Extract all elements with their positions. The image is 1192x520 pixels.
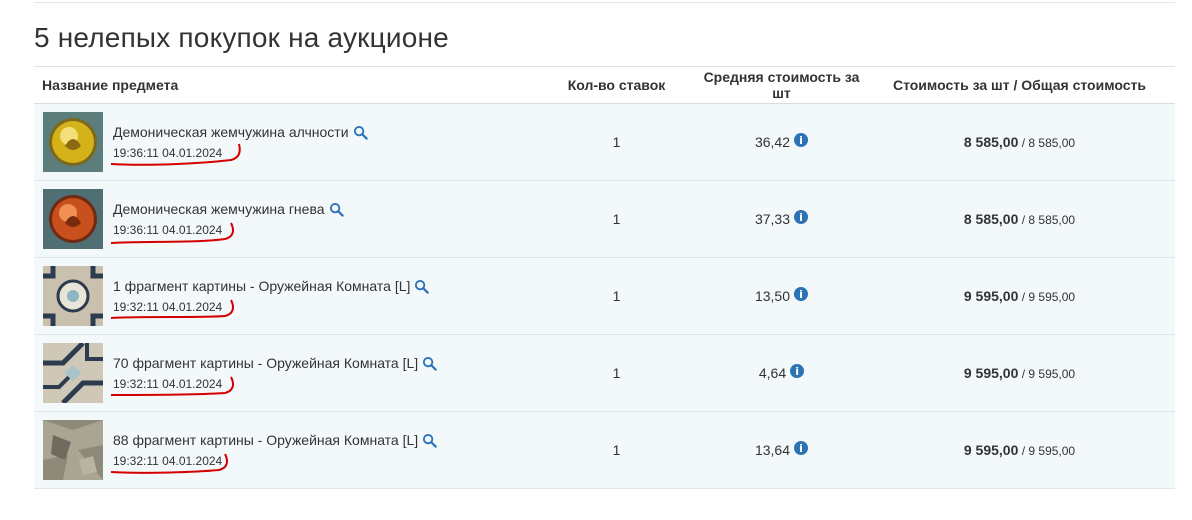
- avg-price: 37,33: [754, 211, 791, 227]
- item-icon[interactable]: [43, 343, 103, 403]
- avg-price: 36,42: [754, 134, 791, 150]
- page-title: 5 нелепых покупок на аукционе: [34, 22, 449, 53]
- auction-table: Название предмета Кол-во ставок Средняя …: [34, 66, 1175, 489]
- price-separator: /: [1018, 290, 1029, 304]
- table-row[interactable]: 70 фрагмент картины - Оружейная Комната …: [34, 335, 1175, 412]
- total-price: 8 585,00: [1028, 213, 1076, 227]
- table-row[interactable]: 1 фрагмент картины - Оружейная Комната […: [34, 258, 1175, 335]
- item-name[interactable]: 1 фрагмент картины - Оружейная Комната […: [113, 278, 410, 294]
- item-name[interactable]: Демоническая жемчужина алчности: [113, 124, 349, 140]
- item-name[interactable]: 70 фрагмент картины - Оружейная Комната …: [113, 355, 418, 371]
- header-bids[interactable]: Кол-во ставок: [534, 77, 699, 93]
- unit-price: 9 595,00: [963, 442, 1019, 458]
- price-separator: /: [1018, 444, 1029, 458]
- unit-price: 9 595,00: [963, 365, 1019, 381]
- header-name[interactable]: Название предмета: [34, 77, 534, 93]
- search-icon[interactable]: [422, 356, 437, 371]
- bids-count: 1: [612, 365, 621, 381]
- item-time: 19:36:11 04.01.2024: [113, 146, 223, 160]
- search-icon[interactable]: [353, 125, 368, 140]
- bids-count: 1: [612, 288, 621, 304]
- item-time: 19:36:11 04.01.2024: [113, 223, 223, 237]
- top-divider: [34, 2, 1175, 3]
- price-separator: /: [1018, 213, 1029, 227]
- item-icon[interactable]: [43, 112, 103, 172]
- info-icon[interactable]: i: [794, 210, 809, 224]
- bids-count: 1: [612, 211, 621, 227]
- item-icon[interactable]: [43, 420, 103, 480]
- total-price: 8 585,00: [1028, 136, 1076, 150]
- search-icon[interactable]: [422, 433, 437, 448]
- info-icon[interactable]: i: [794, 133, 809, 147]
- item-time: 19:32:11 04.01.2024: [113, 454, 223, 468]
- table-row[interactable]: Демоническая жемчужина алчности 19:36:11…: [34, 104, 1175, 181]
- table-row[interactable]: Демоническая жемчужина гнева 19:36:11 04…: [34, 181, 1175, 258]
- header-avg-price[interactable]: Средняя стоимость за шт: [699, 69, 864, 101]
- unit-price: 8 585,00: [963, 134, 1019, 150]
- search-icon[interactable]: [329, 202, 344, 217]
- avg-price: 13,50: [754, 288, 791, 304]
- info-icon[interactable]: i: [794, 441, 809, 455]
- item-name[interactable]: Демоническая жемчужина гнева: [113, 201, 325, 217]
- table-header: Название предмета Кол-во ставок Средняя …: [34, 67, 1175, 104]
- info-icon[interactable]: i: [790, 364, 805, 378]
- item-time: 19:32:11 04.01.2024: [113, 377, 223, 391]
- unit-price: 9 595,00: [963, 288, 1019, 304]
- table-row[interactable]: 88 фрагмент картины - Оружейная Комната …: [34, 412, 1175, 489]
- total-price: 9 595,00: [1028, 290, 1076, 304]
- bids-count: 1: [612, 442, 621, 458]
- unit-price: 8 585,00: [963, 211, 1019, 227]
- total-price: 9 595,00: [1028, 444, 1076, 458]
- item-icon[interactable]: [43, 266, 103, 326]
- avg-price: 4,64: [758, 365, 787, 381]
- search-icon[interactable]: [414, 279, 430, 294]
- total-price: 9 595,00: [1028, 367, 1076, 381]
- price-separator: /: [1018, 367, 1029, 381]
- item-time: 19:32:11 04.01.2024: [113, 300, 223, 314]
- avg-price: 13,64: [754, 442, 791, 458]
- bids-count: 1: [612, 134, 621, 150]
- item-icon[interactable]: [43, 189, 103, 249]
- item-name[interactable]: 88 фрагмент картины - Оружейная Комната …: [113, 432, 418, 448]
- price-separator: /: [1018, 136, 1029, 150]
- header-cost[interactable]: Стоимость за шт / Общая стоимость: [864, 77, 1175, 93]
- info-icon[interactable]: i: [794, 287, 809, 301]
